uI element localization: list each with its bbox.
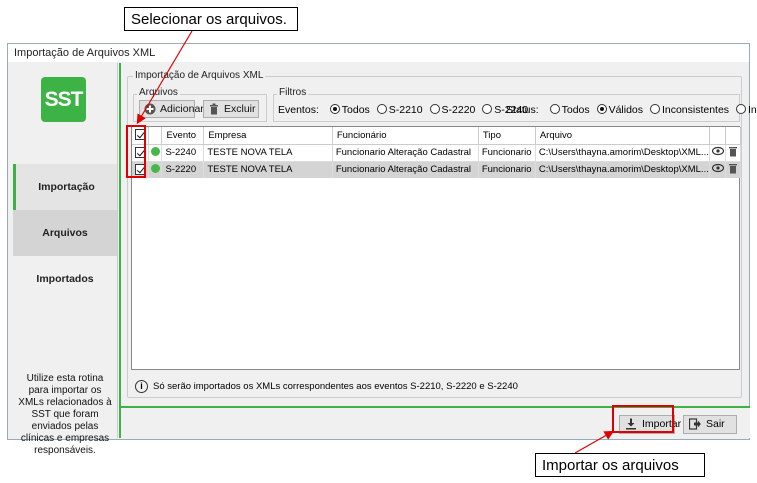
eventos-label: Eventos: [278,104,319,116]
delete-row-icon[interactable] [728,146,738,157]
column-header[interactable]: Funcionário [332,127,479,145]
status-option-label: Válidos [608,104,644,116]
cell-tipo: Funcionario [478,161,536,178]
column-header[interactable]: Arquivo [535,127,710,145]
table-row[interactable]: S-2220 TESTE NOVA TELA Funcionario Alter… [132,161,742,178]
callout-import-files: Importar os arquivos [535,453,705,477]
info-icon: i [135,380,148,393]
sidebar-item-importacao[interactable]: Importação [13,164,117,210]
table-row[interactable]: S-2240 TESTE NOVA TELA Funcionario Alter… [132,144,742,162]
info-bar: i Só serão importados os XMLs correspond… [131,376,740,398]
view-eye-icon[interactable] [711,146,724,156]
add-button-label: Adicionar [160,103,204,115]
sst-logo: SST [41,77,86,122]
status-option-label: Inconsistentes [661,104,730,116]
exit-button[interactable]: Sair [683,415,737,434]
add-icon [144,103,156,115]
status-radio-validos[interactable] [596,104,607,114]
status-radio-inconsistentes[interactable] [649,104,660,114]
column-header[interactable]: Evento [161,127,205,145]
window-title: Importação de Arquivos XML [8,44,749,62]
status-radio-invalidos[interactable] [735,104,746,114]
status-radio-todos[interactable] [549,104,560,114]
sidebar-item-arquivos-importados[interactable]: Arquivos Importados [13,210,117,285]
view-eye-icon[interactable] [711,163,724,173]
highlight-checkboxes [126,125,146,178]
eventos-filter: Eventos: Todos S-2210 S-2220 S-2240 [278,104,528,116]
status-dot [150,147,160,156]
status-option-label: Todos [561,104,590,116]
filtros-legend: Filtros [277,87,309,98]
exit-button-label: Sair [706,418,725,430]
delete-row-icon[interactable] [728,163,738,174]
files-table: Evento Empresa Funcionário Tipo Arquivo … [131,126,742,370]
column-header[interactable]: Empresa [203,127,333,145]
delete-button[interactable]: Excluir [203,100,259,118]
highlight-import-button [612,405,674,433]
add-button[interactable]: Adicionar [139,100,204,118]
table-header: Evento Empresa Funcionário Tipo Arquivo [132,127,742,145]
cell-funcionario: Funcionario Alteração Cadastral [332,144,479,162]
status-label: Status: [506,104,539,116]
arquivos-legend: Arquivos [137,87,180,98]
exit-icon [689,418,701,430]
status-option-label: Inválidos [747,104,757,116]
status-dot [150,164,160,174]
eventos-option-label: S-2210 [388,104,423,116]
status-filter: Status: Todos Válidos Inconsistentes Inv… [506,104,757,116]
main-content: Importação de Arquivos XML Arquivos Adic… [119,63,757,406]
eventos-radio-s2220[interactable] [429,104,440,114]
delete-button-label: Excluir [224,103,256,115]
cell-evento: S-2220 [161,161,205,178]
cell-empresa: TESTE NOVA TELA [203,161,333,178]
callout-select-files: Selecionar os arquivos. [124,7,298,31]
cell-tipo: Funcionario [478,144,536,162]
column-header[interactable]: Tipo [478,127,536,145]
trash-icon [210,103,218,115]
eventos-radio-s2240[interactable] [482,104,493,114]
sidebar: SST Importação Arquivos Importados Utili… [10,63,118,456]
eventos-radio-todos[interactable] [329,104,340,114]
eventos-option-label: Todos [341,104,370,116]
cell-evento: S-2240 [161,144,205,162]
cell-empresa: TESTE NOVA TELA [203,144,333,162]
cell-arquivo: C:\Users\thayna.amorim\Desktop\XML... [535,144,710,162]
cell-arquivo: C:\Users\thayna.amorim\Desktop\XML... [535,161,710,178]
eventos-option-label: S-2220 [441,104,476,116]
import-window: Importação de Arquivos XML SST Importaçã… [7,43,757,456]
cell-funcionario: Funcionario Alteração Cadastral [332,161,479,178]
import-group-title: Importação de Arquivos XML [133,70,266,81]
sidebar-help-text: Utilize esta rotina para importar os XML… [18,373,112,456]
info-text: Só serão importados os XMLs corresponden… [153,381,518,392]
eventos-radio-s2210[interactable] [376,104,387,114]
